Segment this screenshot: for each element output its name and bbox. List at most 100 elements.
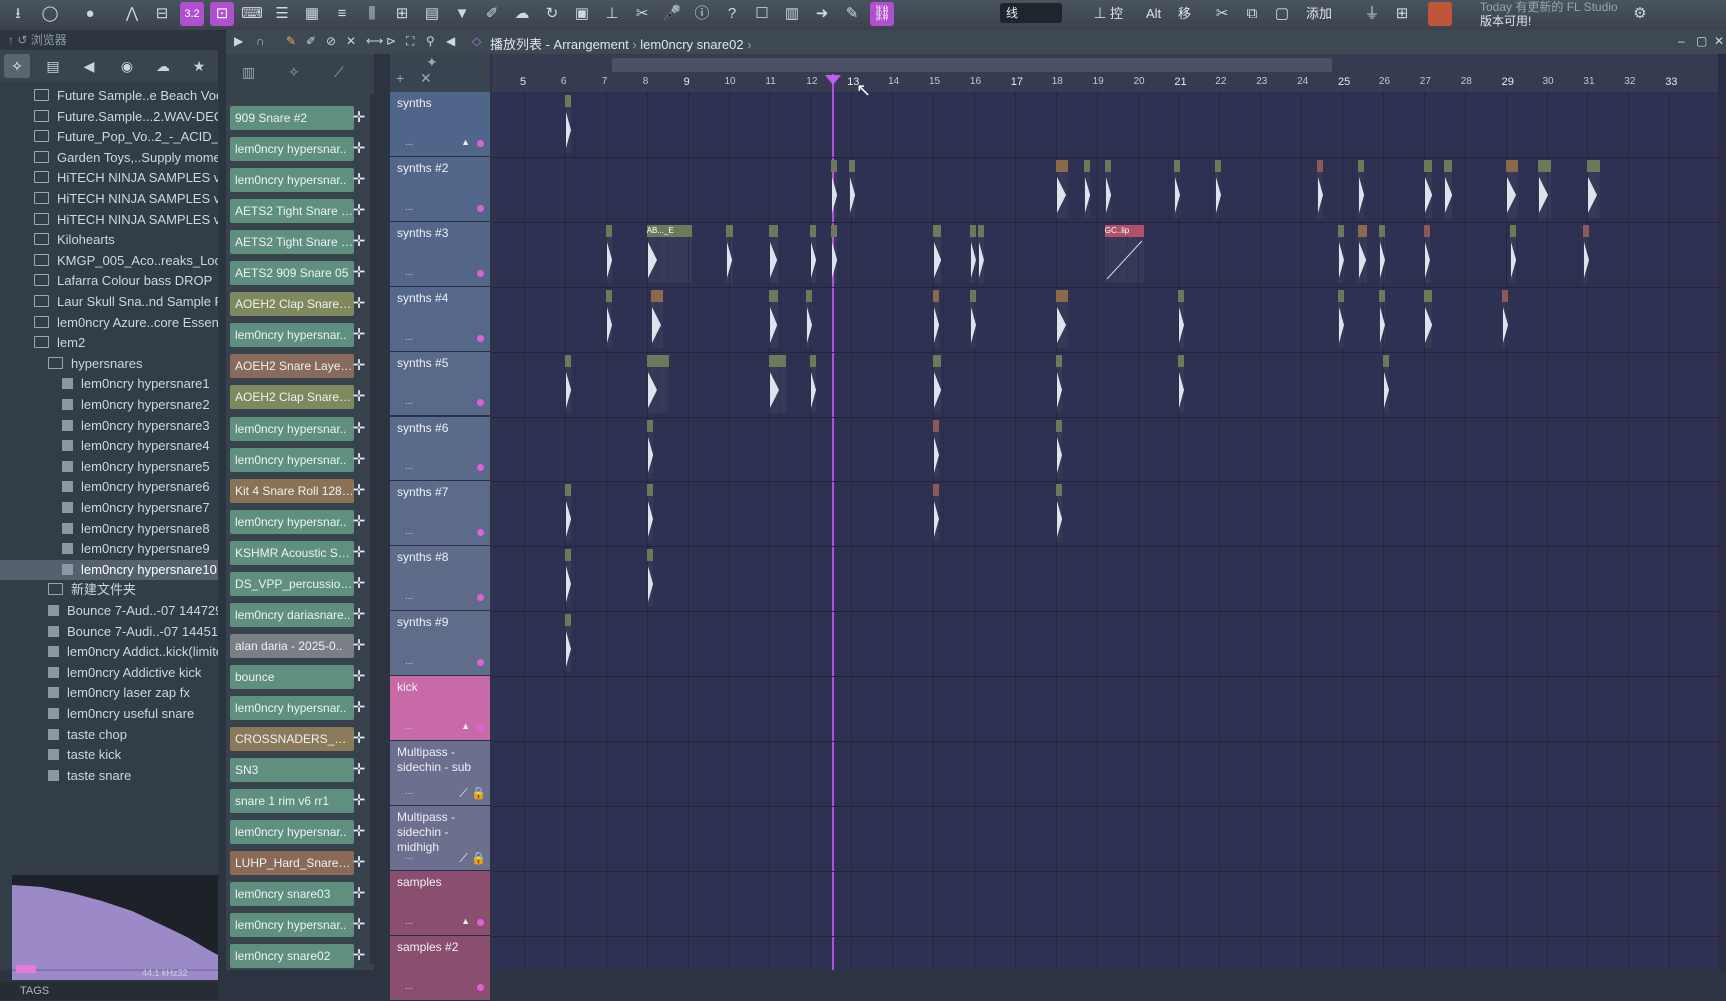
track-header[interactable]: Multipass - sidechin - sub... ⟋ 🔒 [390, 741, 490, 806]
track-header[interactable]: synths #4... [390, 286, 490, 352]
audio-clip[interactable] [1423, 224, 1430, 283]
file-item[interactable]: taste chop [0, 725, 218, 745]
disk-icon[interactable]: ▣ [570, 2, 594, 26]
channel-item[interactable]: KSHMR Acoustic Snar.. [230, 540, 354, 565]
arrow-right-icon[interactable]: ➜ [810, 2, 834, 26]
audio-clip[interactable] [1583, 224, 1590, 283]
clip-label[interactable] [1055, 159, 1068, 172]
audio-clip[interactable] [1055, 419, 1062, 478]
bar-number[interactable]: 7 [602, 76, 608, 87]
clip-label[interactable] [933, 354, 942, 367]
audio-clip[interactable] [806, 289, 813, 348]
track-name[interactable]: kick [397, 680, 418, 695]
clip-label[interactable] [1317, 159, 1324, 172]
automation-picker-icon[interactable]: ⟋ [334, 64, 344, 81]
clip-label[interactable] [830, 159, 837, 172]
copy-icon[interactable]: ⧉ [1240, 2, 1264, 26]
channel-add-icon[interactable]: ✛ [350, 323, 368, 347]
save-icon[interactable]: ⭳ [6, 2, 30, 26]
slip-tool-icon[interactable]: ⟷ [366, 34, 383, 48]
audio-clip[interactable] [1382, 354, 1389, 413]
news-line-2[interactable]: 版本可用! [1480, 14, 1531, 29]
bar-number[interactable]: 5 [520, 76, 526, 88]
audio-clip[interactable] [769, 354, 786, 413]
clip-label[interactable] [1501, 289, 1508, 302]
file-item[interactable]: lem0ncry hypersnare6 [0, 477, 218, 497]
channel-add-icon[interactable]: ✛ [350, 944, 368, 968]
track-more-icon[interactable]: ... [405, 786, 413, 797]
file-item[interactable]: taste snare [0, 766, 218, 786]
link-icon[interactable]: ⛓ [870, 2, 894, 26]
track-more-icon[interactable]: ... [405, 721, 413, 732]
channel-add-icon[interactable]: ✛ [350, 882, 368, 906]
audio-clip[interactable] [1509, 224, 1516, 283]
clip-label[interactable] [650, 289, 664, 302]
bar-number[interactable]: 32 [1624, 76, 1635, 87]
add-label[interactable]: 添加 [1306, 6, 1332, 21]
clip-label[interactable] [726, 224, 733, 237]
tempo-display[interactable]: 3.2 [180, 2, 204, 26]
track-mute-led[interactable] [477, 399, 484, 407]
channel-item[interactable]: lem0ncry hypersnar.. [230, 323, 354, 348]
clip-label[interactable] [646, 484, 653, 497]
bar-number[interactable]: 16 [970, 76, 981, 87]
clip-label[interactable] [646, 354, 670, 367]
track-header[interactable]: synths... ▲ [390, 92, 490, 157]
channel-add-icon[interactable]: ✛ [350, 106, 368, 130]
file-item[interactable]: Bounce 7-Aud..-07 144729]-2 [0, 601, 218, 621]
automation-lock-icon[interactable]: ⟋ 🔒 [459, 786, 486, 801]
track-header[interactable]: synths #6... [390, 416, 490, 482]
clip-label[interactable] [1509, 224, 1516, 237]
audio-clip[interactable] [1215, 159, 1222, 218]
track-mute-led[interactable] [477, 918, 484, 926]
horizontal-scrollbar[interactable] [612, 58, 1332, 72]
clip-label[interactable] [1538, 159, 1551, 172]
channel-item[interactable]: snare 1 rim v6 rr1 [230, 789, 354, 814]
channel-item[interactable]: lem0ncry snare03 [230, 882, 354, 907]
channel-add-icon[interactable]: ✛ [350, 913, 368, 937]
audio-clip[interactable] [1587, 159, 1600, 218]
track-more-icon[interactable]: ... [405, 332, 413, 343]
channel-item[interactable]: lem0ncry hypersnar.. [230, 447, 354, 472]
tab-plugins-icon[interactable]: ◉ [114, 54, 140, 78]
clip-label[interactable] [1382, 354, 1389, 367]
clip-label[interactable] [646, 549, 653, 562]
track-header[interactable]: synths #7... [390, 481, 490, 547]
clip-label[interactable] [969, 224, 976, 237]
loop-icon[interactable]: ↻ [540, 2, 564, 26]
channel-item[interactable]: AETS2 Tight Snare 10 [230, 230, 354, 255]
paint-tool-icon[interactable]: ✐ [306, 34, 316, 48]
plus-icon[interactable]: + [396, 70, 404, 86]
control-label[interactable]: 控 [1110, 6, 1123, 21]
plug-icon[interactable]: ⏚ [1360, 2, 1384, 26]
file-item[interactable]: lem0ncry hypersnare7 [0, 498, 218, 518]
track-mute-led[interactable] [477, 983, 484, 991]
audio-clip[interactable]: AB..._E [646, 224, 692, 283]
mute-tool-icon[interactable]: ✕ [346, 34, 356, 48]
bar-number[interactable]: 6 [561, 76, 567, 87]
folder-item[interactable]: hypersnares [0, 354, 218, 374]
audio-clip[interactable] [933, 224, 942, 283]
file-item[interactable]: lem0ncry Addictive kick [0, 663, 218, 683]
clip-label[interactable] [564, 549, 571, 562]
file-item[interactable]: taste kick [0, 745, 218, 765]
clip-label[interactable] [1178, 289, 1185, 302]
remove-icon[interactable]: ✕ [420, 70, 432, 87]
audio-clip[interactable] [1358, 159, 1365, 218]
arrangement-arrow-icon[interactable]: ◇ [472, 34, 481, 48]
audio-clip[interactable] [564, 354, 572, 413]
bar-number[interactable]: 23 [1256, 76, 1267, 87]
audio-clip[interactable] [1104, 159, 1111, 218]
close-icon[interactable]: ✕ [1714, 34, 1724, 48]
clip-label[interactable] [1444, 159, 1453, 172]
audio-clip[interactable] [969, 289, 976, 348]
track-header[interactable]: synths #5... [390, 351, 490, 417]
audio-clip[interactable] [1423, 289, 1432, 348]
clip-label[interactable] [564, 614, 571, 627]
audio-clip[interactable] [726, 224, 733, 283]
track-name[interactable]: synths #3 [397, 226, 448, 241]
channel-add-icon[interactable]: ✛ [350, 448, 368, 472]
file-item[interactable]: lem0ncry hypersnare5 [0, 457, 218, 477]
channel-item[interactable]: lem0ncry hypersnar.. [230, 416, 354, 441]
audio-clip[interactable] [933, 419, 939, 478]
